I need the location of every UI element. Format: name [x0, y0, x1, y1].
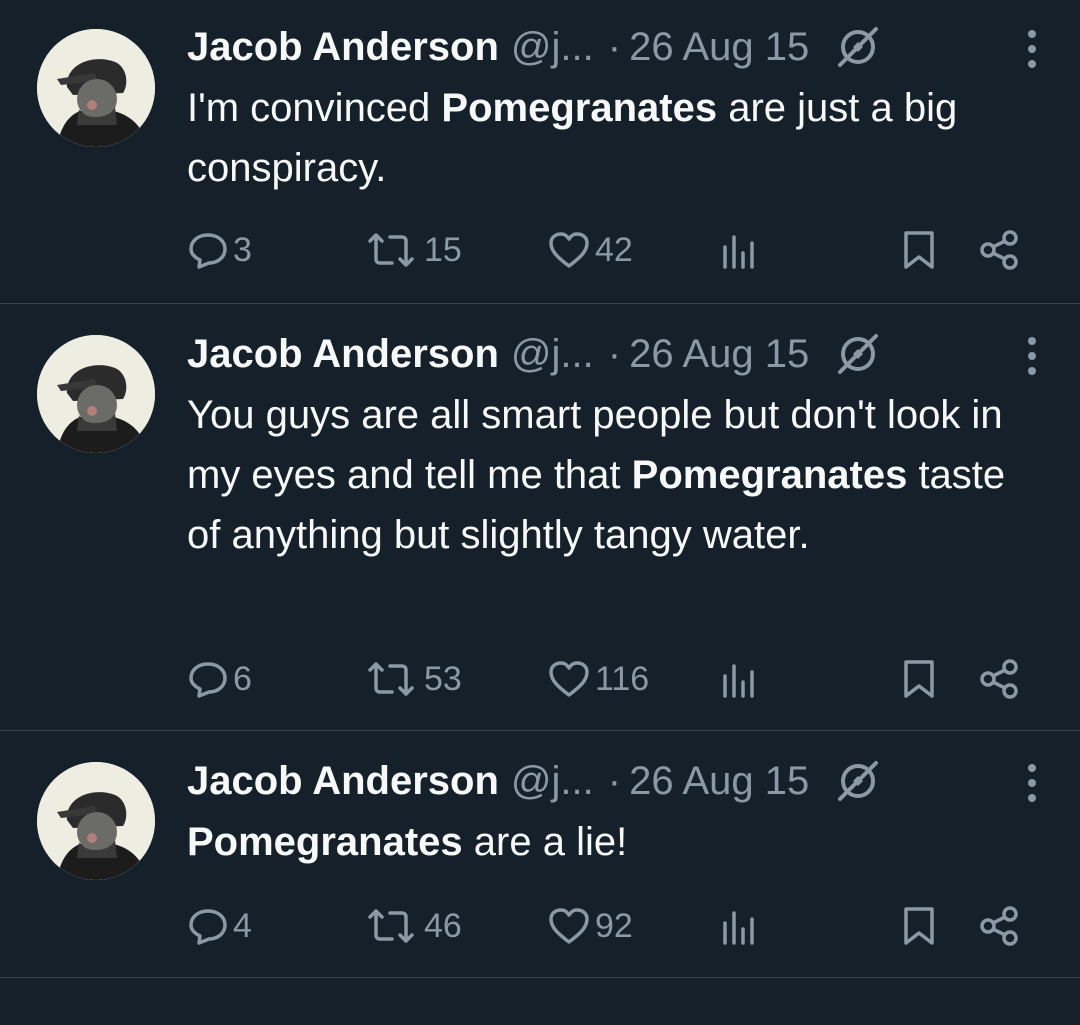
author-handle[interactable]: @j...	[511, 25, 594, 70]
retweet-icon	[368, 662, 414, 696]
share-icon	[980, 659, 1018, 699]
avatar[interactable]	[37, 762, 155, 880]
tweet[interactable]: Jacob Anderson @j... · 26 Aug 15 I'm con…	[0, 0, 1080, 304]
tweet-actions: 4 46 92	[187, 901, 1022, 951]
reply-button[interactable]: 4	[187, 901, 252, 951]
views-icon	[723, 911, 754, 945]
reply-count: 4	[233, 906, 252, 945]
author-handle[interactable]: @j...	[511, 759, 594, 804]
more-icon[interactable]	[1024, 762, 1040, 804]
tweet-date[interactable]: 26 Aug 15	[629, 759, 809, 804]
bookmark-button[interactable]	[899, 654, 939, 704]
bookmark-icon	[904, 907, 934, 945]
bookmark-icon	[904, 660, 934, 698]
share-icon	[980, 906, 1018, 946]
bookmark-icon	[904, 231, 934, 269]
retweet-button[interactable]: 53	[362, 654, 462, 704]
text-segment: I'm convinced	[187, 86, 442, 130]
text-segment-bold[interactable]: Pomegranates	[187, 820, 463, 864]
text-segment-bold[interactable]: Pomegranates	[632, 453, 908, 497]
heart-icon	[549, 908, 589, 944]
unverified-slash-icon	[835, 331, 881, 377]
views-button[interactable]	[719, 901, 759, 951]
tweet-actions: 3 15 42	[187, 225, 1022, 275]
reply-button[interactable]: 3	[187, 225, 252, 275]
author-name[interactable]: Jacob Anderson	[187, 332, 499, 377]
more-icon[interactable]	[1024, 28, 1040, 70]
like-button[interactable]: 116	[547, 654, 649, 704]
tweet-text: You guys are all smart people but don't …	[187, 385, 1020, 565]
avatar[interactable]	[37, 29, 155, 147]
tweet-header: Jacob Anderson @j... · 26 Aug 15	[187, 22, 1040, 72]
like-count: 92	[595, 906, 633, 945]
text-segment: are a lie!	[462, 820, 628, 864]
author-name[interactable]: Jacob Anderson	[187, 759, 499, 804]
reply-icon	[189, 233, 227, 269]
tweet-header: Jacob Anderson @j... · 26 Aug 15	[187, 756, 1040, 806]
retweet-count: 15	[424, 230, 462, 269]
views-button[interactable]	[719, 654, 759, 704]
heart-icon	[549, 232, 589, 268]
like-count: 116	[595, 659, 650, 698]
share-button[interactable]	[977, 654, 1021, 704]
reply-count: 6	[233, 659, 252, 698]
like-count: 42	[595, 230, 633, 269]
tweet-date[interactable]: 26 Aug 15	[629, 25, 809, 70]
reply-icon	[189, 662, 227, 698]
separator: ·	[607, 24, 622, 69]
author-handle[interactable]: @j...	[511, 332, 594, 377]
share-button[interactable]	[977, 901, 1021, 951]
retweet-count: 53	[424, 659, 462, 698]
reply-count: 3	[233, 230, 252, 269]
bookmark-button[interactable]	[899, 225, 939, 275]
views-button[interactable]	[719, 225, 759, 275]
avatar[interactable]	[37, 335, 155, 453]
unverified-slash-icon	[835, 24, 881, 70]
like-button[interactable]: 42	[547, 225, 633, 275]
tweet[interactable]: Jacob Anderson @j... · 26 Aug 15 You guy…	[0, 304, 1080, 731]
separator: ·	[607, 758, 622, 803]
share-icon	[980, 230, 1018, 270]
unverified-slash-icon	[835, 758, 881, 804]
separator: ·	[607, 331, 622, 376]
views-icon	[723, 235, 754, 269]
tweet-text: I'm convinced Pomegranates are just a bi…	[187, 78, 1020, 198]
heart-icon	[549, 661, 589, 697]
reply-button[interactable]: 6	[187, 654, 252, 704]
views-icon	[723, 664, 754, 698]
retweet-icon	[368, 233, 414, 267]
reply-icon	[189, 909, 227, 945]
like-button[interactable]: 92	[547, 901, 633, 951]
bookmark-button[interactable]	[899, 901, 939, 951]
retweet-count: 46	[424, 906, 462, 945]
retweet-icon	[368, 909, 414, 943]
more-icon[interactable]	[1024, 335, 1040, 377]
tweet-actions: 6 53 116	[187, 654, 1022, 704]
tweet-date[interactable]: 26 Aug 15	[629, 332, 809, 377]
retweet-button[interactable]: 46	[362, 901, 462, 951]
author-name[interactable]: Jacob Anderson	[187, 25, 499, 70]
share-button[interactable]	[977, 225, 1021, 275]
tweet-text: Pomegranates are a lie!	[187, 812, 1020, 872]
tweet[interactable]: Jacob Anderson @j... · 26 Aug 15 Pomegra…	[0, 731, 1080, 978]
text-segment-bold[interactable]: Pomegranates	[441, 86, 717, 130]
retweet-button[interactable]: 15	[362, 225, 462, 275]
tweet-header: Jacob Anderson @j... · 26 Aug 15	[187, 329, 1040, 379]
